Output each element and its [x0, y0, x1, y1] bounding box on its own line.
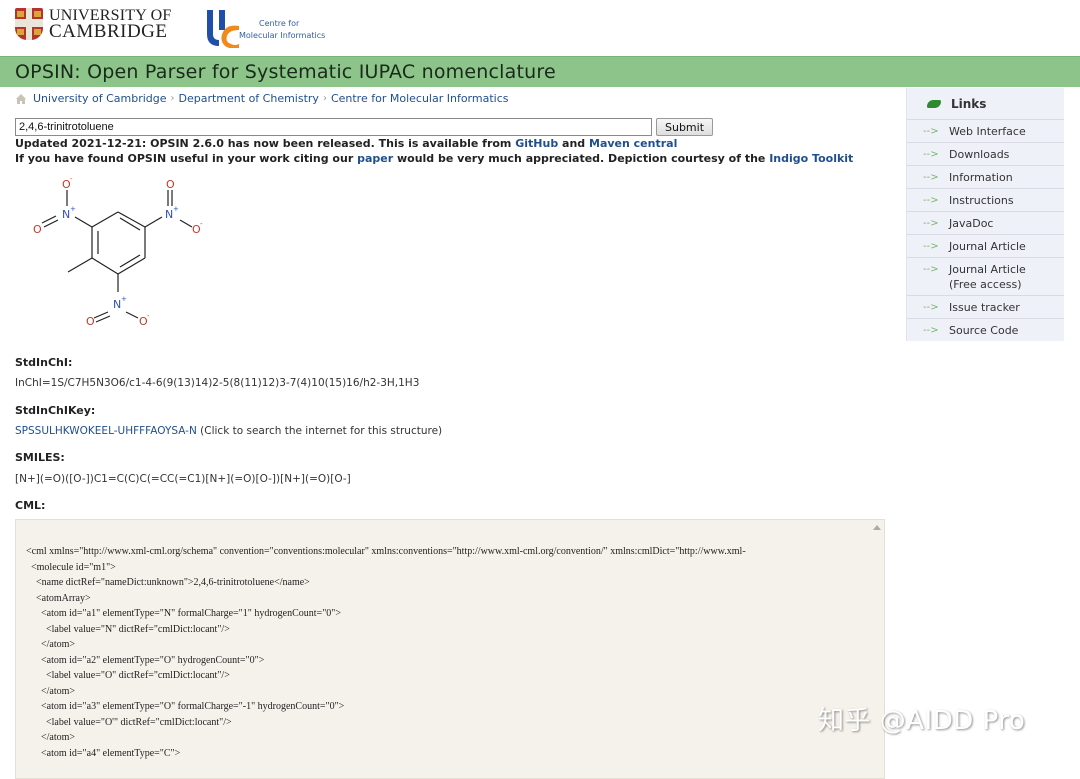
update-notice: Updated 2021-12-21: OPSIN 2.6.0 has now …	[15, 137, 677, 150]
minus-charge: -	[70, 175, 73, 183]
cambridge-logo[interactable]: UNIVERSITY OF CAMBRIDGE	[15, 8, 171, 42]
submit-button[interactable]: Submit	[656, 118, 714, 136]
smiles-value: [N+](=O)([O-])C1=C(C)C(=CC(=C1)[N+](=O)[…	[15, 473, 351, 485]
inchi-value: InChI=1S/C7H5N3O6/c1-4-6(9(13)14)2-5(8(1…	[15, 377, 420, 389]
bond	[91, 257, 119, 275]
update-text: Updated 2021-12-21: OPSIN 2.6.0 has now …	[15, 137, 516, 150]
links-sidebar: Links --> Web Interface --> Downloads --> I…	[906, 88, 1064, 341]
breadcrumb: University of Cambridge › Department of …	[15, 92, 508, 105]
sidebar-item-web-interface[interactable]: --> Web Interface	[907, 120, 1064, 143]
bond	[125, 311, 139, 319]
indigo-link[interactable]: Indigo Toolkit	[769, 152, 853, 165]
sidebar-item-label: Information	[949, 171, 1013, 184]
maven-link[interactable]: Maven central	[589, 137, 677, 150]
sidebar-item-issue-tracker[interactable]: --> Issue tracker	[907, 296, 1064, 319]
sidebar-item-label: Downloads	[949, 148, 1010, 161]
cmi-uc-icon	[207, 10, 239, 48]
inchi-label: StdInChI:	[15, 356, 73, 369]
nitrogen-atom-label: N	[165, 208, 173, 221]
title-banner: OPSIN: Open Parser for Systematic IUPAC …	[0, 56, 1080, 87]
sidebar-item-source-code[interactable]: --> Source Code	[907, 319, 1064, 341]
cml-textarea[interactable]: <cml xmlns="http://www.xml-cml.org/schem…	[15, 519, 885, 779]
leaf-icon	[927, 99, 941, 108]
smiles-label: SMILES:	[15, 451, 65, 464]
bond	[93, 311, 109, 319]
sidebar-item-label: Web Interface	[949, 125, 1026, 138]
arrow-right-icon: -->	[923, 325, 939, 336]
bond	[119, 217, 141, 231]
cml-label: CML:	[15, 499, 46, 512]
bond	[95, 315, 111, 323]
sidebar-item-label: JavaDoc	[949, 217, 994, 230]
and-text: and	[558, 137, 589, 150]
breadcrumb-chemistry[interactable]: Department of Chemistry	[179, 92, 319, 105]
scroll-up-icon[interactable]	[873, 525, 881, 530]
methyl-bond	[67, 257, 93, 273]
nitrogen-atom-label: N	[113, 298, 121, 311]
cmi-line1: Centre for	[259, 19, 300, 28]
inchikey-link[interactable]: SPSSULHKWOKEEL-UHFFFAOYSA-N	[15, 425, 197, 437]
sidebar-item-downloads[interactable]: --> Downloads	[907, 143, 1064, 166]
inchikey-row: SPSSULHKWOKEEL-UHFFFAOYSA-N (Click to se…	[15, 425, 442, 437]
search-form: Submit	[15, 118, 714, 136]
cmi-logo[interactable]: Centre for Molecular Informatics	[205, 8, 325, 48]
arrow-right-icon: -->	[923, 195, 939, 206]
paper-link[interactable]: paper	[357, 152, 393, 165]
university-line2: CAMBRIDGE	[49, 21, 168, 42]
sidebar-item-label: Journal Article	[949, 240, 1026, 253]
arrow-right-icon: -->	[923, 302, 939, 313]
bond	[144, 216, 163, 228]
cml-scrollbar[interactable]	[870, 520, 884, 778]
home-icon[interactable]	[15, 93, 27, 105]
cml-content: <cml xmlns="http://www.xml-cml.org/schem…	[26, 546, 746, 759]
bond	[119, 254, 141, 268]
arrow-right-icon: -->	[923, 218, 939, 229]
nitrogen-atom-label: N	[62, 208, 70, 221]
inchikey-note: (Click to search the internet for this s…	[196, 425, 443, 437]
arrow-right-icon: -->	[923, 241, 939, 252]
site-header: UNIVERSITY OF CAMBRIDGE Centre for Molec…	[0, 0, 1080, 56]
breadcrumb-separator: ›	[170, 93, 175, 104]
citation-notice: If you have found OPSIN useful in your w…	[15, 152, 853, 165]
sidebar-item-information[interactable]: --> Information	[907, 166, 1064, 189]
minus-charge: -	[200, 220, 203, 228]
sidebar-item-label: Instructions	[949, 194, 1014, 207]
github-link[interactable]: GitHub	[515, 137, 558, 150]
arrow-right-icon: -->	[923, 149, 939, 160]
cite-middle-text: would be very much appreciated. Depictio…	[393, 152, 770, 165]
sidebar-item-javadoc[interactable]: --> JavaDoc	[907, 212, 1064, 235]
sidebar-item-journal-article[interactable]: --> Journal Article	[907, 235, 1064, 258]
sidebar-item-instructions[interactable]: --> Instructions	[907, 189, 1064, 212]
bond	[74, 216, 93, 228]
oxygen-atom-label: O	[86, 315, 95, 328]
arrow-right-icon: -->	[923, 126, 939, 137]
plus-charge: +	[121, 295, 127, 303]
sidebar-item-label: Journal Article (Free access)	[949, 263, 1026, 291]
oxygen-atom-label: O	[33, 223, 42, 236]
page-title: OPSIN: Open Parser for Systematic IUPAC …	[15, 61, 556, 83]
links-header: Links	[907, 88, 1064, 120]
sidebar-item-label: Source Code	[949, 324, 1019, 337]
cmi-line2: Molecular Informatics	[239, 31, 326, 40]
oxygen-atom-label: O	[166, 178, 175, 191]
cite-text: If you have found OPSIN useful in your w…	[15, 152, 358, 165]
sidebar-item-journal-article-free[interactable]: --> Journal Article (Free access)	[907, 258, 1064, 296]
plus-charge: +	[70, 205, 76, 213]
sidebar-item-label: Issue tracker	[949, 301, 1020, 314]
cambridge-shield-icon	[15, 8, 43, 40]
arrow-right-icon: -->	[923, 264, 939, 275]
bond	[91, 211, 119, 228]
arrow-right-icon: -->	[923, 172, 939, 183]
watermark: 知乎 @AIDD Pro	[818, 706, 1026, 736]
breadcrumb-cmi[interactable]: Centre for Molecular Informatics	[331, 92, 509, 105]
name-input[interactable]	[15, 118, 652, 136]
plus-charge: +	[173, 205, 179, 213]
links-title: Links	[951, 96, 987, 111]
breadcrumb-separator: ›	[322, 93, 327, 104]
minus-charge: -	[147, 312, 150, 320]
breadcrumb-university[interactable]: University of Cambridge	[33, 92, 167, 105]
molecule-depiction: O - N + O O N + O - N + O O -	[33, 175, 203, 328]
bond	[179, 219, 193, 228]
inchikey-label: StdInChIKey:	[15, 404, 96, 417]
